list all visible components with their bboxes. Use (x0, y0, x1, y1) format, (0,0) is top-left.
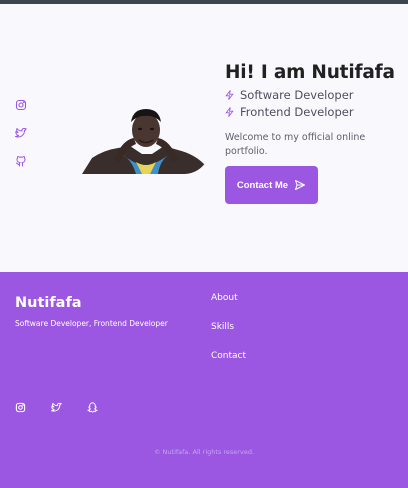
footer-tagline: Software Developer, Frontend Developer (15, 319, 168, 328)
twitter-icon[interactable] (51, 402, 63, 414)
footer-link-about[interactable]: About (211, 293, 238, 303)
lightning-icon (225, 107, 234, 117)
footer-social-links (15, 402, 123, 414)
profile-photo (82, 108, 210, 174)
footer-link-skills[interactable]: Skills (211, 322, 234, 332)
hero-heading: Hi! I am Nutifafa (225, 62, 395, 83)
contact-me-button[interactable]: Contact Me (225, 166, 318, 204)
send-icon (295, 180, 306, 190)
footer-brand: Nutifafa (15, 295, 82, 311)
footer-link-contact[interactable]: Contact (211, 351, 246, 361)
role-label: Software Developer (240, 88, 354, 102)
role-item: Frontend Developer (225, 105, 405, 119)
footer: Nutifafa Software Developer, Frontend De… (0, 272, 408, 488)
instagram-icon[interactable] (15, 402, 27, 414)
role-label: Frontend Developer (240, 105, 354, 119)
welcome-text: Welcome to my official online portfolio. (225, 132, 366, 157)
twitter-icon[interactable] (15, 127, 27, 139)
side-social-links (15, 99, 29, 183)
contact-button-label: Contact Me (236, 179, 289, 191)
role-item: Software Developer (225, 88, 405, 102)
lightning-icon (225, 90, 234, 100)
hero-intro: Hi! I am Nutifafa Software Developer Fro… (225, 62, 405, 159)
copyright-text: © Nutifafa. All rights reserved. (153, 448, 255, 456)
instagram-icon[interactable] (15, 99, 27, 111)
snapchat-icon[interactable] (87, 402, 99, 414)
github-icon[interactable] (15, 155, 27, 167)
